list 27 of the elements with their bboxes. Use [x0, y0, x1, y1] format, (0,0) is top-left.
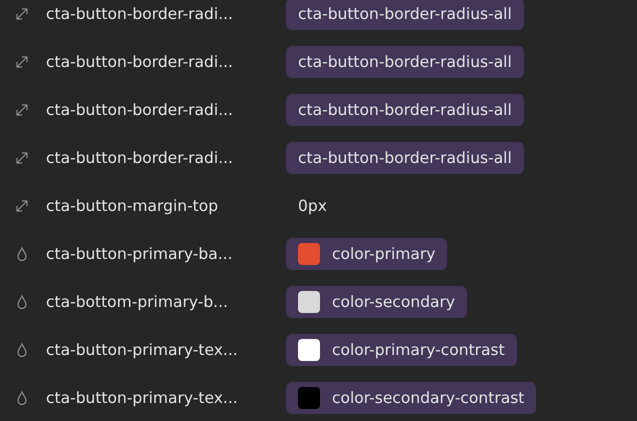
- token-name: cta-button-primary-tex...: [46, 341, 239, 359]
- resize-icon: [15, 199, 29, 213]
- token-name: cta-button-primary-tex...: [46, 389, 239, 407]
- color-token[interactable]: color-secondary: [286, 286, 468, 318]
- token-reference[interactable]: cta-button-border-radius-all: [286, 46, 524, 78]
- token-name: cta-bottom-primary-b...: [46, 293, 229, 311]
- token-value: 0px: [297, 197, 327, 215]
- droplet-icon: [17, 247, 27, 261]
- color-token[interactable]: color-secondary-contrast: [286, 382, 536, 414]
- droplet-icon: [17, 295, 27, 309]
- color-token[interactable]: color-primary: [286, 238, 448, 270]
- token-name: cta-button-border-radi...: [46, 101, 234, 119]
- resize-icon: [15, 55, 29, 69]
- resize-icon: [15, 7, 29, 21]
- token-name: cta-button-margin-top: [46, 197, 220, 215]
- token-reference[interactable]: cta-button-border-radius-all: [286, 142, 524, 174]
- token-name: cta-button-primary-ba...: [46, 245, 234, 263]
- color-token[interactable]: color-primary-contrast: [286, 334, 517, 366]
- token-reference[interactable]: cta-button-border-radius-all: [286, 0, 524, 30]
- resize-icon: [15, 151, 29, 165]
- token-reference[interactable]: cta-button-border-radius-all: [286, 94, 524, 126]
- droplet-icon: [17, 391, 27, 405]
- token-name: cta-button-border-radi...: [46, 53, 234, 71]
- token-name: cta-button-border-radi...: [46, 5, 234, 23]
- token-name: cta-button-border-radi...: [46, 149, 234, 167]
- resize-icon: [15, 103, 29, 117]
- droplet-icon: [17, 343, 27, 357]
